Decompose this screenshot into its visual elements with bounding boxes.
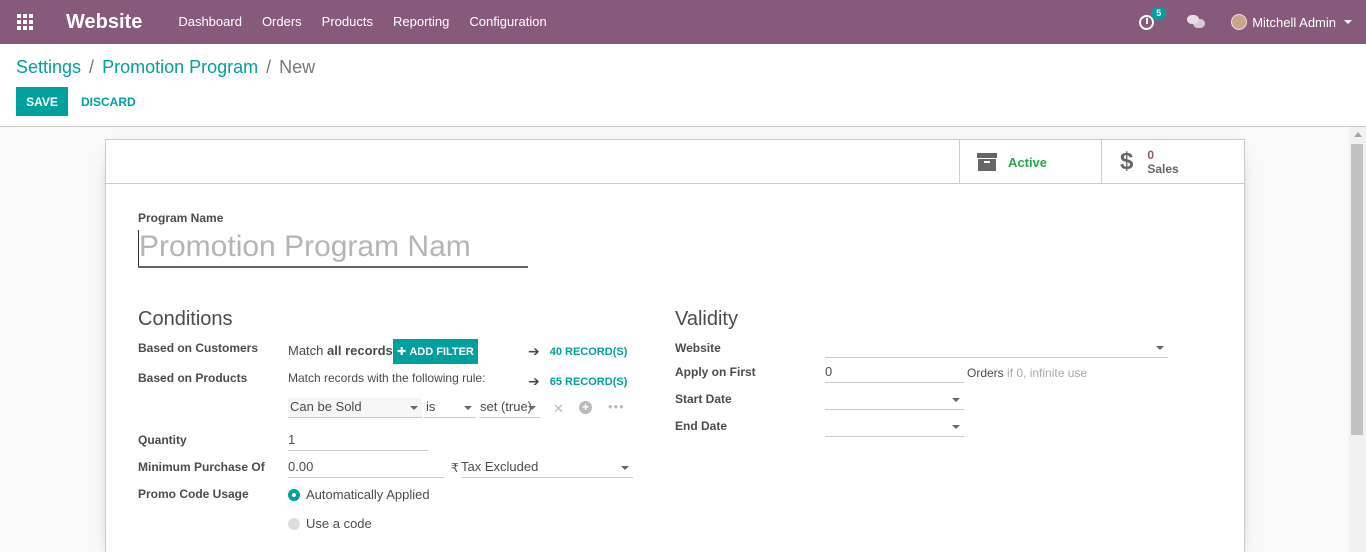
top-navbar: Website Dashboard Orders Products Report… (0, 0, 1366, 44)
remove-rule-icon[interactable]: ✕ (553, 401, 564, 417)
menu-item-dashboard[interactable]: Dashboard (168, 0, 252, 44)
messaging-chat-icon[interactable] (1187, 15, 1206, 29)
breadcrumb-current: New (279, 57, 316, 77)
sales-label: Sales (1147, 162, 1179, 176)
start-date-label: Start Date (675, 392, 732, 406)
start-date-input[interactable] (825, 390, 964, 410)
add-filter-button[interactable]: ✚ ADD FILTER (393, 339, 478, 364)
sales-count: 0 (1147, 148, 1155, 162)
add-rule-icon[interactable]: + (579, 401, 592, 414)
validity-heading: Validity (675, 308, 738, 330)
breadcrumb-separator: / (89, 57, 95, 77)
menu-item-reporting[interactable]: Reporting (383, 0, 459, 44)
arrow-right-icon: ➔ (528, 343, 540, 359)
tax-mode-select[interactable]: Tax Excluded (461, 458, 633, 478)
products-rule-text: Match records with the following rule: (288, 371, 486, 385)
min-purchase-label: Minimum Purchase Of (138, 460, 265, 474)
active-label: Active (1008, 154, 1048, 170)
products-records-count: 65 RECORD(S) (549, 375, 628, 388)
archive-icon (977, 153, 997, 171)
program-name-input[interactable]: Promotion Program Nam (138, 228, 528, 268)
smart-button-box: Active $ 0 Sales (106, 140, 1244, 184)
dollar-icon: $ (1120, 148, 1134, 175)
rule-value-select[interactable]: set (true) (479, 398, 540, 418)
customers-match-scope: all records (327, 343, 393, 358)
scrollbar-thumb[interactable] (1351, 144, 1363, 435)
activity-count-badge: 5 (1151, 7, 1167, 20)
menu-item-configuration[interactable]: Configuration (459, 0, 556, 44)
active-toggle-button[interactable]: Active (959, 140, 1101, 184)
user-menu[interactable]: Mitchell Admin (1231, 14, 1352, 30)
quantity-label: Quantity (138, 433, 187, 447)
control-panel: Settings / Promotion Program / New SAVE … (0, 44, 1366, 127)
orders-hint: Orders if 0, infinite use (967, 366, 1087, 380)
breadcrumb: Settings / Promotion Program / New (16, 57, 315, 78)
customers-records-count: 40 RECORD(S) (549, 345, 628, 358)
based-on-customers-label: Based on Customers (138, 341, 259, 355)
add-filter-label: ADD FILTER (409, 345, 474, 358)
apply-on-first-label: Apply on First (675, 365, 756, 379)
chevron-down-icon (952, 398, 960, 402)
products-records-link[interactable]: ➔ 65 RECORD(S) (528, 373, 627, 390)
scroll-up-arrow-icon[interactable] (1354, 132, 1362, 137)
breadcrumb-promotion-program[interactable]: Promotion Program (102, 57, 258, 78)
app-brand: Website (66, 10, 143, 33)
based-on-products-label: Based on Products (138, 371, 248, 385)
save-button[interactable]: SAVE (16, 87, 68, 116)
radio-use-a-code[interactable] (288, 518, 300, 530)
orders-label: Orders (967, 366, 1004, 380)
quantity-input[interactable]: 1 (288, 431, 428, 451)
apps-menu-icon[interactable] (0, 0, 50, 44)
breadcrumb-settings[interactable]: Settings (16, 57, 81, 78)
chevron-down-icon (464, 406, 472, 410)
min-purchase-input[interactable]: 0.00 (288, 458, 444, 478)
breadcrumb-separator: / (266, 57, 272, 77)
chevron-down-icon (528, 406, 536, 410)
user-name: Mitchell Admin (1252, 14, 1336, 30)
currency-symbol: ₹ (451, 461, 459, 475)
program-name-placeholder: Promotion Program Nam (139, 230, 471, 263)
chevron-down-icon (621, 466, 629, 470)
chevron-down-icon (410, 406, 418, 410)
radio-label-automatically-applied[interactable]: Automatically Applied (306, 487, 430, 502)
website-select[interactable] (825, 338, 1168, 358)
promo-code-usage-label: Promo Code Usage (138, 487, 249, 501)
plus-icon: ✚ (397, 346, 407, 358)
program-name-label: Program Name (138, 211, 224, 225)
customers-match-prefix: Match (288, 343, 324, 358)
customers-match-text: Match all records (288, 343, 393, 358)
arrow-right-icon: ➔ (528, 373, 540, 389)
page-scrollbar[interactable] (1349, 127, 1366, 552)
customers-records-link[interactable]: ➔ 40 RECORD(S) (528, 343, 627, 360)
chevron-down-icon (1156, 346, 1164, 350)
apply-on-first-input[interactable]: 0 (825, 363, 964, 383)
caret-down-icon (1344, 20, 1352, 24)
discard-button[interactable]: DISCARD (72, 87, 145, 116)
rule-field-select[interactable]: Can be Sold (288, 398, 422, 418)
rule-operator-select[interactable]: is (424, 398, 476, 418)
website-label: Website (675, 341, 721, 355)
radio-automatically-applied[interactable] (288, 489, 300, 501)
menu-item-products[interactable]: Products (312, 0, 383, 44)
activity-clock-icon[interactable]: 5 (1139, 7, 1167, 31)
conditions-heading: Conditions (138, 308, 233, 330)
chevron-down-icon (952, 425, 960, 429)
end-date-input[interactable] (825, 417, 964, 437)
main-menu: Dashboard Orders Products Reporting Conf… (168, 0, 556, 44)
orders-hint-text: if 0, infinite use (1007, 366, 1088, 380)
sales-stat-button[interactable]: $ 0 Sales (1101, 140, 1244, 184)
navbar-systray: 5 Mitchell Admin (1139, 0, 1366, 44)
menu-item-orders[interactable]: Orders (252, 0, 312, 44)
more-options-icon[interactable]: ••• (608, 399, 625, 414)
radio-label-use-a-code[interactable]: Use a code (306, 516, 372, 531)
end-date-label: End Date (675, 419, 728, 433)
form-sheet: Active $ 0 Sales Program Name Promotion … (105, 139, 1245, 552)
avatar (1231, 14, 1248, 30)
